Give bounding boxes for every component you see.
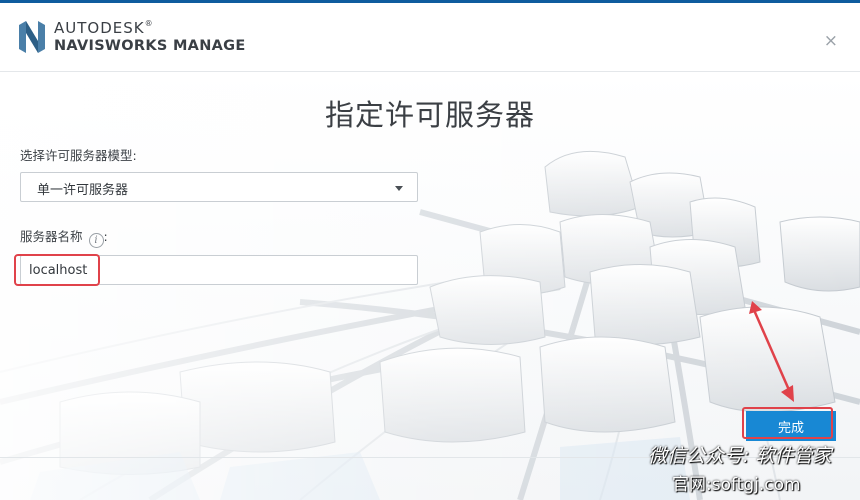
brand-autodesk: AUTODESK®: [54, 19, 154, 37]
model-label: 选择许可服务器模型:: [20, 148, 137, 163]
close-icon[interactable]: ×: [824, 33, 838, 50]
license-model-selected-value: 单一许可服务器: [37, 183, 129, 198]
info-icon[interactable]: i: [88, 233, 104, 248]
license-model-select[interactable]: 单一许可服务器: [20, 172, 418, 202]
watermark-site: 官网:softgj.com: [672, 475, 801, 495]
page-title: 指定许可服务器: [324, 98, 535, 132]
watermark-wechat: 微信公众号: 软件管家: [648, 445, 832, 467]
chevron-down-icon: [395, 186, 403, 191]
dialog-header: AUTODESK® NAVISWORKS MANAGE ×: [0, 3, 860, 72]
brand-product-name: NAVISWORKS MANAGE: [54, 38, 246, 54]
server-name-input[interactable]: [20, 255, 418, 285]
finish-button[interactable]: 完成: [746, 411, 836, 441]
server-name-label: 服务器名称 i:: [20, 229, 108, 248]
background-architecture-image: [0, 72, 860, 500]
autodesk-n-logo-icon: [19, 21, 45, 53]
